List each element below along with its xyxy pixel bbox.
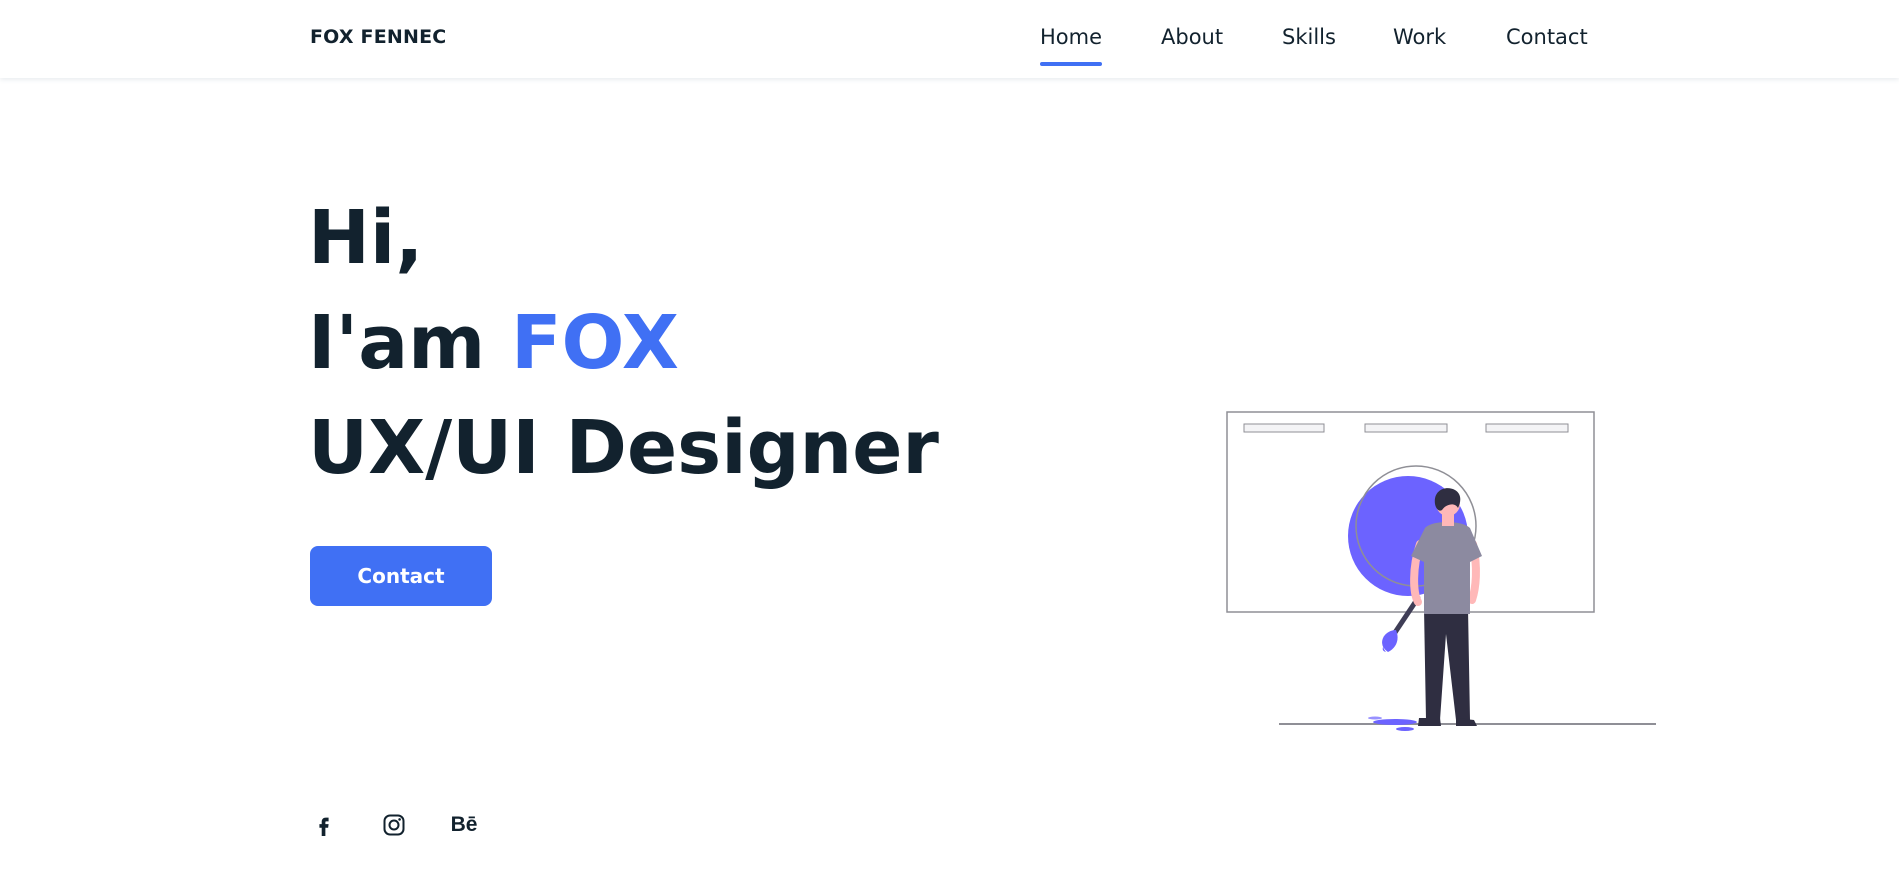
facebook-icon[interactable] (309, 810, 339, 840)
hero-name: FOX (511, 300, 679, 386)
paint-drip-1 (1373, 719, 1417, 725)
main-nav: Home About Skills Work Contact (0, 25, 1899, 75)
left-shoe (1418, 718, 1441, 726)
paint-drip-3 (1368, 716, 1382, 720)
nav-skills[interactable]: Skills (1282, 25, 1336, 49)
instagram-icon[interactable] (379, 810, 409, 840)
board-bar-1 (1243, 423, 1325, 433)
nav-work[interactable]: Work (1393, 25, 1446, 49)
nav-about[interactable]: About (1161, 25, 1223, 49)
nav-home[interactable]: Home (1040, 25, 1103, 66)
board-bar-3 (1485, 423, 1569, 433)
hero-greeting: Hi, (308, 195, 424, 281)
board-bar-2 (1364, 423, 1448, 433)
legs (1424, 608, 1470, 720)
hero-role: UX/UI Designer (308, 405, 939, 491)
hero-intro: I'am (308, 300, 511, 386)
site-header: FOX FENNEC Home About Skills Work Contac… (0, 0, 1899, 78)
behance-icon[interactable]: Bē (449, 810, 479, 840)
nav-contact[interactable]: Contact (1506, 25, 1588, 49)
contact-button[interactable]: Contact (310, 546, 492, 606)
instagram-glyph (383, 814, 405, 836)
brush-head (1382, 630, 1398, 652)
hero-title: Hi, I'am FOX UX/UI Designer (308, 186, 939, 501)
paint-drip-2 (1396, 727, 1414, 731)
designer-illustration (1226, 411, 1656, 731)
right-shoe (1456, 718, 1477, 726)
facebook-glyph (319, 817, 329, 836)
